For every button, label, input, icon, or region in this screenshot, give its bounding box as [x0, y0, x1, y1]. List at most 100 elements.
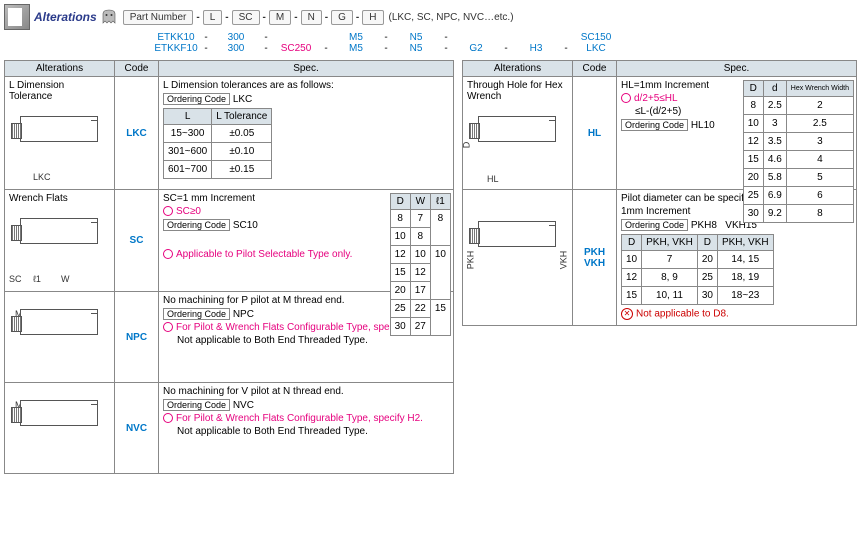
ex-sep: -: [201, 43, 211, 54]
bc-sep: -: [225, 12, 228, 23]
oc-label: Ordering Code: [163, 308, 230, 320]
c: 20: [697, 251, 717, 269]
nvc-note2: Not applicable to Both End Threaded Type…: [163, 426, 449, 437]
ex2-m: M5: [334, 43, 378, 54]
ghost-icon: [101, 9, 117, 25]
c: 15: [430, 300, 450, 336]
th-alterations-r: Alterations: [463, 61, 573, 77]
npc-oc-value: NPC: [233, 309, 254, 320]
sc-code: SC: [115, 190, 159, 292]
bc-sep: -: [196, 12, 199, 23]
sc-diag-sc: SC: [9, 274, 22, 284]
c: 2.5: [786, 115, 853, 133]
example-row-1: ETKK10 - 300 - M5 - N5 - SC150: [154, 32, 862, 43]
pkh-label: PKH: [465, 251, 475, 270]
th-code: Code: [115, 61, 159, 77]
c: 5.8: [763, 169, 786, 187]
c: D: [622, 235, 642, 251]
ex1-l: 300: [214, 32, 258, 43]
c: PKH, VKH: [642, 235, 698, 251]
ex2-opt: LKC: [574, 43, 618, 54]
c: 30: [743, 205, 763, 223]
c: 8: [390, 210, 410, 228]
right-column: Alterations Code Spec. Through Hole for …: [462, 60, 857, 326]
c: 10: [743, 115, 763, 133]
c: 6: [786, 187, 853, 205]
lkc-r: 301~600: [164, 143, 212, 161]
lkc-th-l: L: [164, 109, 212, 125]
c: D: [697, 235, 717, 251]
partnumber-breadcrumb: Part Number - L - SC - M - N - G - H (LK…: [123, 10, 514, 25]
oc-label: Ordering Code: [621, 219, 688, 231]
sc-name: Wrench Flats: [9, 193, 110, 204]
c: 9.2: [763, 205, 786, 223]
c: 14, 15: [717, 251, 773, 269]
sc-th: D: [390, 194, 410, 210]
lkc-name: L Dimension Tolerance: [9, 80, 110, 102]
bc-n: N: [301, 10, 322, 25]
ex-sep: -: [201, 32, 211, 43]
hl-diag-hl: HL: [487, 174, 499, 184]
nvc-note1: For Pilot & Wrench Flats Configurable Ty…: [163, 413, 449, 424]
bc-h: H: [362, 10, 383, 25]
bc-sc: SC: [232, 10, 260, 25]
ex2-l: 300: [214, 43, 258, 54]
nvc-oc-value: NVC: [233, 400, 254, 411]
ex-sep: -: [261, 32, 271, 43]
lkc-tolerance-table: LL Tolerance 15~300±0.05 301~600±0.10 60…: [163, 108, 272, 179]
c: 7: [410, 210, 430, 228]
nvc-code: NVC: [115, 383, 159, 474]
ex-sep: -: [441, 32, 451, 43]
oc-label: Ordering Code: [621, 119, 688, 131]
bc-m: M: [269, 10, 291, 25]
c: 18~23: [717, 287, 773, 305]
c: 30: [697, 287, 717, 305]
pkh-code: PKH: [577, 247, 612, 258]
oc-label: Ordering Code: [163, 93, 230, 105]
c: 25: [390, 300, 410, 318]
row-lkc: L Dimension Tolerance LKC LKC L Dimensio…: [5, 77, 454, 190]
bc-sep: -: [263, 12, 266, 23]
hl-code: HL: [573, 77, 617, 190]
pkh-oc-1: PKH8: [691, 220, 717, 231]
ex2-pn: ETKKF10: [154, 43, 198, 54]
nvc-diagram: M N: [9, 400, 109, 470]
alterations-icon: [4, 4, 30, 30]
c: 15: [390, 264, 410, 282]
bc-sep: -: [294, 12, 297, 23]
bc-l: L: [203, 10, 223, 25]
oc-label: Ordering Code: [163, 219, 230, 231]
c: 8: [430, 210, 450, 246]
lkc-r: ±0.15: [212, 161, 272, 179]
bc-sep: -: [325, 12, 328, 23]
hl-table: DdHex Wrench Width 82.52 1032.5 123.53 1…: [743, 80, 854, 223]
ex-sep: -: [501, 43, 511, 54]
lkc-r: 15~300: [164, 125, 212, 143]
example-rows: ETKK10 - 300 - M5 - N5 - SC150 ETKKF10 -…: [154, 32, 862, 54]
th-code-r: Code: [573, 61, 617, 77]
c: Hex Wrench Width: [786, 81, 853, 97]
lkc-oc-value: LKC: [233, 94, 252, 105]
page-title: Alterations: [34, 10, 97, 24]
c: 4.6: [763, 151, 786, 169]
c: 8: [786, 205, 853, 223]
sc-diag-l1: ℓ1: [33, 274, 41, 284]
c: 10: [410, 246, 430, 264]
bc-part-number: Part Number: [123, 10, 194, 25]
c: 12: [390, 246, 410, 264]
row-sc: Wrench Flats SC ℓ1 W SC SC=1 mm Incremen…: [5, 190, 454, 292]
c: 8: [743, 97, 763, 115]
vkh-code: VKH: [577, 258, 612, 269]
ex1-n: N5: [394, 32, 438, 43]
c: 2: [786, 97, 853, 115]
ex1-m: M5: [334, 32, 378, 43]
pkh-vkh-codes: PKH VKH: [573, 190, 617, 326]
example-row-2: ETKKF10 - 300 - SC250 - M5 - N5 - G2 - H…: [154, 43, 862, 54]
c: 10: [622, 251, 642, 269]
right-table: Alterations Code Spec. Through Hole for …: [462, 60, 857, 326]
c: 8, 9: [642, 269, 698, 287]
lkc-th-tol: L Tolerance: [212, 109, 272, 125]
row-hl: Through Hole for Hex Wrench d D HL HL HL…: [463, 77, 857, 190]
c: 3: [763, 115, 786, 133]
th-spec-r: Spec.: [617, 61, 857, 77]
